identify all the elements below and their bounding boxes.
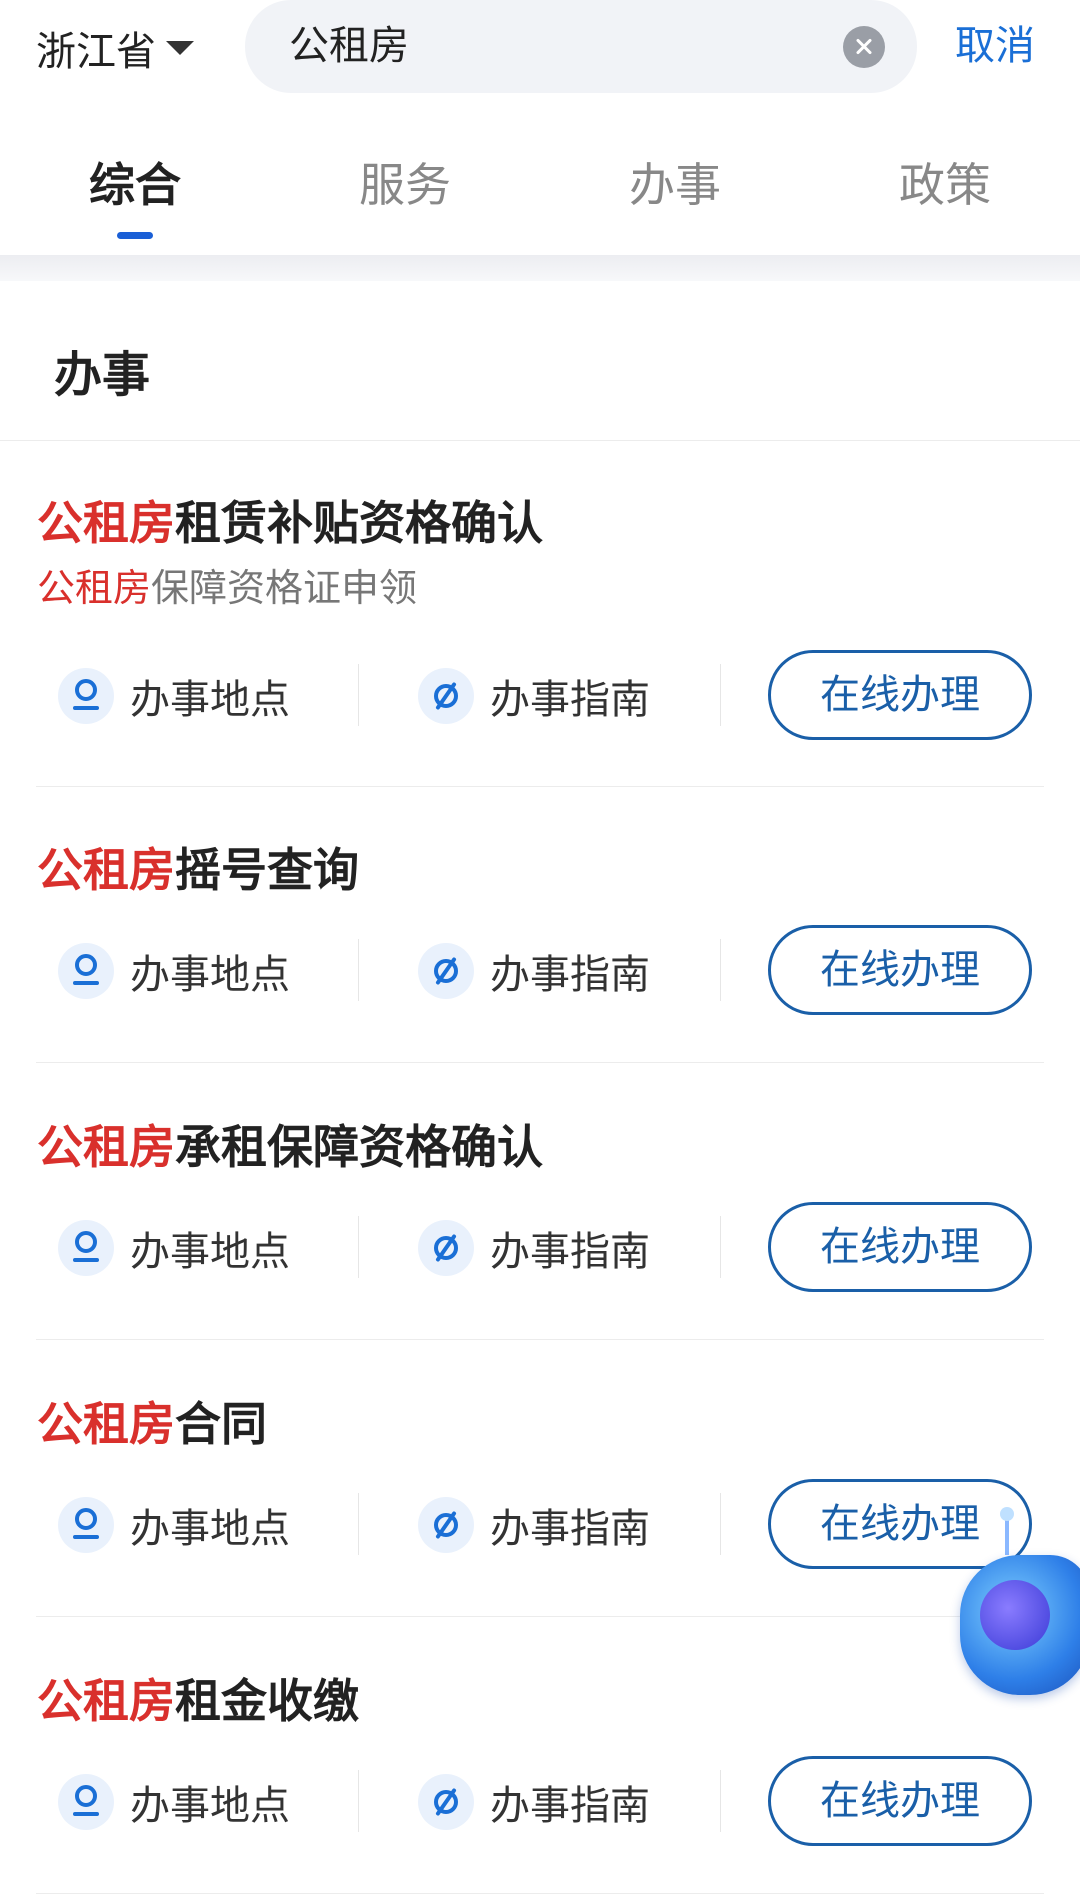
divider: [358, 1493, 359, 1555]
item-divider: [36, 786, 1044, 787]
tab-services[interactable]: 服务: [305, 150, 505, 220]
tab-bar: 综合 服务 办事 政策: [0, 150, 1080, 250]
item-actions: 办事地点 办事指南 在线办理: [0, 650, 1080, 740]
robot-face: [980, 1580, 1050, 1650]
divider: [358, 1216, 359, 1278]
caret-down-icon: [166, 41, 194, 55]
item-title[interactable]: 公租房租金收缴: [37, 1671, 359, 1731]
compass-icon: [418, 668, 474, 724]
guide-button[interactable]: 办事指南: [418, 668, 650, 724]
item-actions: 办事地点 办事指南 在线办理: [0, 1479, 1080, 1569]
divider: [358, 1770, 359, 1832]
region-label: 浙江省: [36, 29, 156, 75]
item-subtitle[interactable]: 公租房保障资格证申领: [37, 563, 417, 613]
guide-button[interactable]: 办事指南: [418, 1774, 650, 1830]
compass-icon: [418, 1497, 474, 1553]
clear-icon[interactable]: [843, 26, 885, 68]
active-tab-indicator: [117, 232, 153, 239]
compass-icon: [418, 1774, 474, 1830]
item-divider: [36, 1893, 1044, 1894]
item-divider: [36, 1062, 1044, 1063]
item-actions: 办事地点 办事指南 在线办理: [0, 925, 1080, 1015]
item-title[interactable]: 公租房租赁补贴资格确认: [37, 493, 543, 553]
section-title: 办事: [54, 347, 151, 403]
divider: [720, 1216, 721, 1278]
tab-comprehensive[interactable]: 综合: [35, 150, 235, 220]
location-button[interactable]: 办事地点: [58, 1220, 290, 1276]
location-pin-icon: [58, 1774, 114, 1830]
online-handle-button[interactable]: 在线办理: [768, 1756, 1032, 1846]
item-actions: 办事地点 办事指南 在线办理: [0, 1202, 1080, 1292]
location-button[interactable]: 办事地点: [58, 668, 290, 724]
item-title[interactable]: 公租房承租保障资格确认: [37, 1117, 543, 1177]
region-selector[interactable]: 浙江省: [36, 22, 194, 75]
divider: [358, 664, 359, 726]
compass-icon: [418, 943, 474, 999]
item-title[interactable]: 公租房摇号查询: [37, 840, 359, 900]
item-actions: 办事地点 办事指南 在线办理: [0, 1756, 1080, 1846]
location-pin-icon: [58, 1497, 114, 1553]
location-pin-icon: [58, 943, 114, 999]
location-button[interactable]: 办事地点: [58, 943, 290, 999]
search-bar[interactable]: 公租房: [245, 0, 917, 93]
divider: [720, 1770, 721, 1832]
location-pin-icon: [58, 1220, 114, 1276]
item-divider: [36, 1616, 1044, 1617]
assistant-robot-icon[interactable]: [955, 1507, 1080, 1715]
online-handle-button[interactable]: 在线办理: [768, 1202, 1032, 1292]
divider: [720, 664, 721, 726]
guide-button[interactable]: 办事指南: [418, 1220, 650, 1276]
cancel-button[interactable]: 取消: [955, 22, 1035, 70]
guide-button[interactable]: 办事指南: [418, 1497, 650, 1553]
guide-button[interactable]: 办事指南: [418, 943, 650, 999]
location-button[interactable]: 办事地点: [58, 1774, 290, 1830]
header-shadow: [0, 255, 1080, 281]
search-input[interactable]: 公租房: [289, 22, 409, 70]
robot-antenna: [1000, 1507, 1014, 1555]
tab-policy[interactable]: 政策: [845, 150, 1045, 220]
tab-affairs[interactable]: 办事: [575, 150, 775, 220]
location-pin-icon: [58, 668, 114, 724]
compass-icon: [418, 1220, 474, 1276]
section-divider: [0, 440, 1080, 441]
search-header: 浙江省 公租房 取消 综合 服务 办事 政策: [0, 0, 1080, 255]
online-handle-button[interactable]: 在线办理: [768, 650, 1032, 740]
divider: [720, 939, 721, 1001]
divider: [358, 939, 359, 1001]
divider: [720, 1493, 721, 1555]
location-button[interactable]: 办事地点: [58, 1497, 290, 1553]
item-title[interactable]: 公租房合同: [37, 1394, 267, 1454]
online-handle-button[interactable]: 在线办理: [768, 925, 1032, 1015]
item-divider: [36, 1339, 1044, 1340]
